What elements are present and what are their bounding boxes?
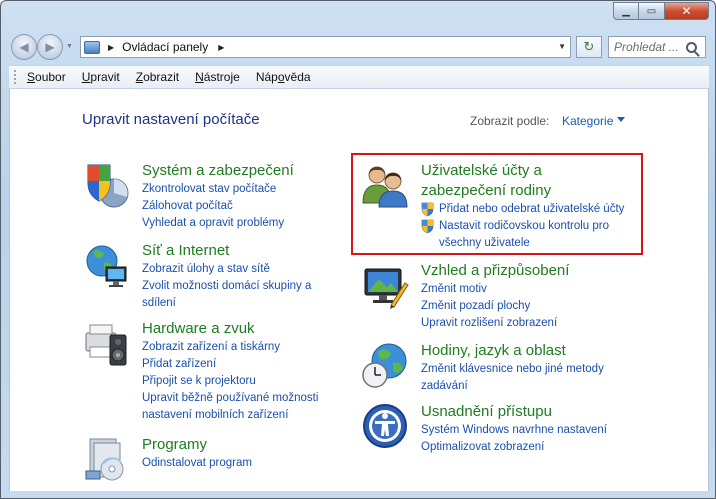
highlight-box xyxy=(351,153,643,255)
link-homegroup-sharing[interactable]: sdílení xyxy=(142,295,311,312)
back-button[interactable]: ◀ xyxy=(11,34,37,60)
address-row: ◀ ▶ ▼ ▶ Ovládací panely ▶ ▼ ↻ Prohledat … xyxy=(1,31,715,61)
page-title: Upravit nastavení počítače xyxy=(82,111,260,128)
category-title-network-internet[interactable]: Síť a Internet xyxy=(142,241,311,261)
category-title-system-security[interactable]: Systém a zabezpečení xyxy=(142,161,294,181)
minimize-button[interactable]: ▁ xyxy=(613,2,639,20)
link-change-keyboards-cont[interactable]: zadávání xyxy=(421,378,604,395)
breadcrumb-control-panel[interactable]: Ovládací panely xyxy=(122,40,208,54)
view-by-label: Zobrazit podle: xyxy=(470,114,550,128)
category-title-appearance[interactable]: Vzhled a přizpůsobení xyxy=(421,261,569,281)
maximize-button[interactable]: ▭ xyxy=(639,2,665,20)
menu-help[interactable]: Nápověda xyxy=(256,70,311,84)
category-body: Usnadnění přístupu Systém Windows navrhn… xyxy=(421,402,607,456)
category-title-clock-language-region[interactable]: Hodiny, jazyk a oblast xyxy=(421,341,604,361)
category-title-programs[interactable]: Programy xyxy=(142,435,252,455)
network-internet-icon[interactable] xyxy=(82,241,130,289)
breadcrumb-chevron-icon[interactable]: ▶ xyxy=(218,43,224,52)
content-pane: Upravit nastavení počítače Zobrazit podl… xyxy=(9,89,709,491)
refresh-button[interactable]: ↻ xyxy=(576,36,602,58)
link-uninstall-program[interactable]: Odinstalovat program xyxy=(142,455,252,472)
link-change-theme[interactable]: Změnit motiv xyxy=(421,281,569,298)
recent-pages-dropdown-icon[interactable]: ▼ xyxy=(66,43,73,50)
link-devices-printers[interactable]: Zobrazit zařízení a tiskárny xyxy=(142,339,318,356)
clock-language-region-icon[interactable] xyxy=(361,341,409,389)
link-add-device[interactable]: Přidat zařízení xyxy=(142,356,318,373)
link-change-background[interactable]: Změnit pozadí plochy xyxy=(421,298,569,315)
forward-button[interactable]: ▶ xyxy=(37,34,63,60)
category-title-ease-of-access[interactable]: Usnadnění přístupu xyxy=(421,402,607,422)
menu-tools[interactable]: Nástroje xyxy=(195,70,240,84)
programs-icon[interactable] xyxy=(82,435,130,483)
link-backup[interactable]: Zálohovat počítač xyxy=(142,198,294,215)
search-input[interactable]: Prohledat ... xyxy=(608,36,706,58)
appearance-icon[interactable] xyxy=(361,261,409,309)
search-placeholder: Prohledat ... xyxy=(614,40,679,54)
system-security-icon[interactable] xyxy=(82,161,130,209)
menu-view[interactable]: Zobrazit xyxy=(136,70,179,84)
link-mobility-settings[interactable]: Upravit běžně používané možnosti xyxy=(142,390,318,407)
search-icon[interactable] xyxy=(686,41,697,53)
hardware-sound-icon[interactable] xyxy=(82,319,130,367)
link-network-status[interactable]: Zobrazit úlohy a stav sítě xyxy=(142,261,311,278)
link-windows-suggest-settings[interactable]: Systém Windows navrhne nastavení xyxy=(421,422,607,439)
menu-bar: Soubor Upravit Zobrazit Nástroje Nápověd… xyxy=(9,65,709,89)
menu-file[interactable]: Soubor xyxy=(27,70,66,84)
category-body: Hodiny, jazyk a oblast Změnit klávesnice… xyxy=(421,341,604,395)
menu-edit[interactable]: Upravit xyxy=(82,70,120,84)
category-body: Systém a zabezpečení Zkontrolovat stav p… xyxy=(142,161,294,232)
category-body: Síť a Internet Zobrazit úlohy a stav sít… xyxy=(142,241,311,312)
close-button[interactable]: ✕ xyxy=(665,2,709,20)
chevron-down-icon[interactable] xyxy=(617,117,625,122)
address-dropdown-icon[interactable]: ▼ xyxy=(558,42,566,51)
breadcrumb-chevron-icon[interactable]: ▶ xyxy=(108,43,114,52)
title-bar: ▁ ▭ ✕ xyxy=(1,1,715,27)
menu-grip xyxy=(14,70,17,84)
link-mobility-settings-cont[interactable]: nastavení mobilních zařízení xyxy=(142,407,318,424)
link-troubleshoot[interactable]: Vyhledat a opravit problémy xyxy=(142,215,294,232)
view-by-dropdown[interactable]: Kategorie xyxy=(562,114,613,128)
link-optimize-display[interactable]: Optimalizovat zobrazení xyxy=(421,439,607,456)
caption-buttons: ▁ ▭ ✕ xyxy=(613,2,709,20)
link-projector[interactable]: Připojit se k projektoru xyxy=(142,373,318,390)
address-bar[interactable]: ▶ Ovládací panely ▶ ▼ xyxy=(80,36,571,58)
category-body: Hardware a zvuk Zobrazit zařízení a tisk… xyxy=(142,319,318,424)
category-body: Programy Odinstalovat program xyxy=(142,435,252,472)
control-panel-icon xyxy=(84,40,100,54)
link-change-keyboards[interactable]: Změnit klávesnice nebo jiné metody xyxy=(421,361,604,378)
ease-of-access-icon[interactable] xyxy=(361,402,409,450)
link-homegroup[interactable]: Zvolit možnosti domácí skupiny a xyxy=(142,278,311,295)
category-body: Vzhled a přizpůsobení Změnit motiv Změni… xyxy=(421,261,569,332)
link-check-status[interactable]: Zkontrolovat stav počítače xyxy=(142,181,294,198)
link-adjust-resolution[interactable]: Upravit rozlišení zobrazení xyxy=(421,315,569,332)
category-title-hardware-sound[interactable]: Hardware a zvuk xyxy=(142,319,318,339)
window-frame: ▁ ▭ ✕ ◀ ▶ ▼ ▶ Ovládací panely ▶ ▼ ↻ Proh… xyxy=(0,0,716,499)
